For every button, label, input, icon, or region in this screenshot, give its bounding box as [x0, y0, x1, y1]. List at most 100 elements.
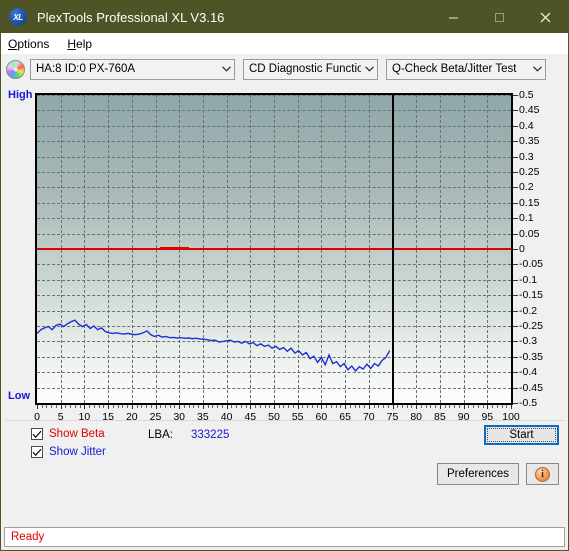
chevron-down-icon: [361, 66, 377, 72]
y-tick-mark: [513, 156, 518, 158]
x-tick-mark: [316, 405, 318, 408]
x-tick-mark: [473, 405, 475, 408]
show-beta-checkbox[interactable]: [31, 428, 43, 440]
x-tick-mark: [392, 405, 394, 409]
minimize-icon[interactable]: [430, 1, 476, 33]
x-tick-mark: [511, 405, 512, 409]
y-tick-mark: [513, 295, 518, 297]
y-tick-mark: [513, 172, 518, 173]
x-tick-mark: [112, 405, 114, 408]
y-tick-label: -0.05: [519, 258, 543, 271]
show-jitter-checkbox[interactable]: [31, 446, 43, 458]
y-tick-mark: [513, 356, 518, 358]
x-tick-mark: [169, 405, 171, 408]
y-tick-label: -0.5: [519, 397, 538, 409]
x-tick-mark: [307, 405, 309, 408]
x-tick-mark: [411, 405, 413, 408]
close-icon[interactable]: [522, 1, 568, 33]
x-tick-mark: [397, 405, 399, 408]
preferences-button[interactable]: Preferences: [437, 463, 519, 485]
x-tick-mark: [202, 405, 204, 409]
x-tick-mark: [378, 405, 380, 408]
x-tick-mark: [41, 405, 43, 408]
y-tick-label: -0.4: [519, 366, 538, 379]
x-tick-mark: [454, 405, 456, 408]
test-select[interactable]: Q-Check Beta/Jitter Test: [386, 58, 546, 80]
x-tick-mark: [297, 405, 299, 409]
preferences-button-label: Preferences: [446, 468, 509, 480]
info-icon-label: i: [541, 468, 544, 480]
function-select-value: CD Diagnostic Functions: [249, 63, 361, 75]
x-tick-mark: [231, 405, 233, 408]
x-tick-mark: [373, 405, 375, 408]
x-tick-mark: [288, 405, 290, 408]
x-tick-mark: [496, 405, 498, 408]
jitter-polyline: [37, 319, 391, 373]
start-button[interactable]: Start: [484, 425, 559, 445]
show-jitter-label: Show Jitter: [49, 446, 106, 458]
drive-select[interactable]: HA:8 ID:0 PX-760A: [30, 58, 235, 80]
x-tick-mark: [487, 405, 489, 409]
jitter-series-line: [37, 319, 391, 373]
x-tick-mark: [103, 405, 105, 408]
x-tick-mark: [89, 405, 91, 408]
y-tick-label: -0.25: [519, 320, 543, 332]
window-controls: [430, 1, 568, 33]
x-tick-mark: [401, 405, 403, 408]
y-tick-mark: [513, 279, 518, 281]
x-tick-mark: [449, 405, 451, 408]
toolbar: HA:8 ID:0 PX-760A CD Diagnostic Function…: [1, 54, 568, 84]
grid-line-vertical: [511, 95, 512, 403]
y-tick-label: -0.3: [519, 335, 538, 348]
y-tick-label: 0.4: [519, 119, 534, 132]
x-tick-mark: [463, 405, 465, 409]
x-tick-mark: [84, 405, 86, 409]
x-tick-mark: [236, 405, 238, 408]
y-tick-mark: [513, 372, 518, 374]
info-icon: i: [535, 466, 550, 482]
show-beta-row[interactable]: Show Beta: [31, 428, 105, 440]
function-select[interactable]: CD Diagnostic Functions: [243, 58, 378, 80]
x-tick-mark: [74, 405, 76, 408]
y-tick-label: -0.45: [519, 381, 543, 394]
x-tick-mark: [383, 405, 385, 408]
x-tick-mark: [302, 405, 304, 408]
x-tick-mark: [359, 405, 361, 408]
y-tick-label: 0.3: [519, 150, 534, 163]
show-jitter-row[interactable]: Show Jitter: [31, 446, 106, 458]
test-select-value: Q-Check Beta/Jitter Test: [392, 63, 517, 75]
y-tick-label: 0: [519, 243, 525, 255]
x-tick-mark: [193, 405, 195, 408]
data-end-marker-line: [391, 95, 394, 403]
chart-panel: High Low 0.5 0.45 0.4 0.35 0.3 0.25 0.2 0.15 0.1…: [5, 84, 564, 423]
y-tick-mark: [513, 387, 518, 389]
menu-item-options[interactable]: Options: [8, 37, 49, 51]
x-tick-mark: [46, 405, 48, 408]
y-tick-label: 0.35: [519, 135, 540, 148]
plot-area: [35, 93, 513, 405]
y-tick-mark: [513, 187, 518, 189]
application-window: XL PlexTools Professional XL V3.16 Optio…: [0, 0, 569, 551]
lba-label: LBA:: [148, 429, 173, 441]
y-tick-mark: [513, 95, 518, 96]
y-tick-label: 0.05: [519, 227, 540, 240]
info-button[interactable]: i: [526, 463, 559, 485]
maximize-icon[interactable]: [476, 1, 522, 33]
y-tick-label: -0.15: [519, 289, 543, 302]
y-tick-mark: [513, 125, 518, 127]
x-tick-mark: [70, 405, 72, 408]
controls-panel: Show Beta Show Jitter LBA: 333225 Start …: [5, 420, 564, 499]
x-tick-mark: [255, 405, 257, 408]
x-tick-mark: [364, 405, 366, 408]
chevron-down-icon: [218, 66, 234, 72]
x-tick-mark: [117, 405, 119, 408]
y-tick-label: 0.15: [519, 196, 540, 209]
x-tick-mark: [60, 405, 62, 409]
x-tick-mark: [340, 405, 342, 408]
status-text: Ready: [11, 531, 45, 543]
menu-item-help[interactable]: Help: [67, 37, 92, 51]
x-tick-mark: [439, 405, 441, 409]
x-tick-mark: [150, 405, 152, 408]
x-tick-mark: [492, 405, 494, 408]
y-tick-label: -0.2: [519, 304, 538, 317]
